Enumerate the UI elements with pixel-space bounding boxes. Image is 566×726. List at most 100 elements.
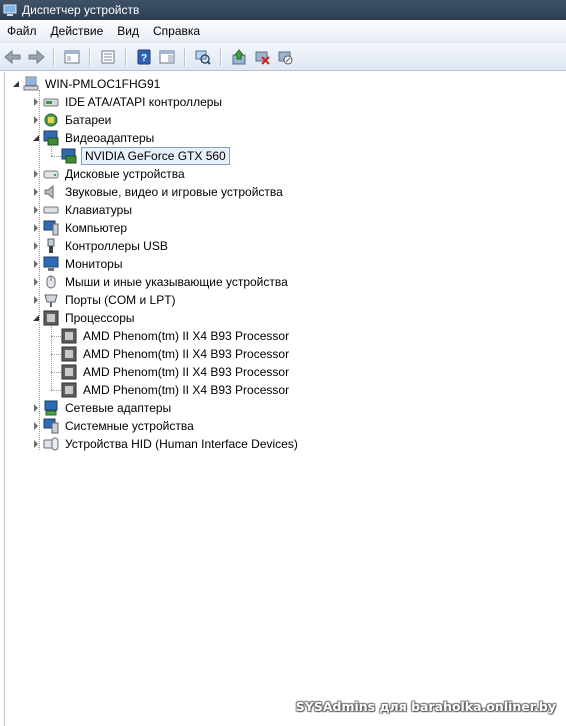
console-tree-icon[interactable] (62, 47, 82, 67)
category-label: Контроллеры USB (65, 239, 168, 253)
forward-arrow-icon[interactable] (26, 47, 46, 67)
category-label: Мыши и иные указывающие устройства (65, 275, 288, 289)
scan-hardware-icon[interactable] (193, 47, 213, 67)
menu-file[interactable]: Файл (0, 21, 44, 41)
uninstall-device-icon[interactable] (252, 47, 272, 67)
tree-item-cpu[interactable]: AMD Phenom(tm) II X4 B93 Processor (61, 345, 291, 363)
tree-connector-line (51, 324, 52, 390)
tree-item-cpu[interactable]: AMD Phenom(tm) II X4 B93 Processor (61, 327, 291, 345)
category-label: Мониторы (65, 257, 123, 271)
expand-icon[interactable] (31, 170, 40, 179)
menu-view[interactable]: Вид (110, 21, 146, 41)
port-icon (43, 292, 59, 308)
tree-item-hid[interactable]: Устройства HID (Human Interface Devices) (31, 435, 300, 453)
tree-item-nvidia-gpu[interactable]: NVIDIA GeForce GTX 560 (61, 147, 230, 165)
tree-item-monitors[interactable]: Мониторы (31, 255, 124, 273)
tree-item-ide[interactable]: IDE ATA/ATAPI контроллеры (31, 93, 224, 111)
expand-icon[interactable] (31, 278, 40, 287)
keyboard-icon (43, 202, 59, 218)
toolbar-separator (89, 47, 90, 66)
title-bar[interactable]: Диспетчер устройств (0, 0, 566, 20)
expand-icon[interactable] (31, 206, 40, 215)
category-label: Звуковые, видео и игровые устройства (65, 185, 283, 199)
display-adapter-icon (61, 148, 77, 164)
menu-help[interactable]: Справка (146, 21, 207, 41)
tree-item-video-adapters[interactable]: Видеоадаптеры (31, 129, 156, 147)
tree-item-usb[interactable]: Контроллеры USB (31, 237, 170, 255)
toolbar-separator (184, 47, 185, 66)
system-device-icon (43, 418, 59, 434)
expand-icon[interactable] (31, 440, 40, 449)
processor-icon (61, 328, 77, 344)
action-pane-icon[interactable] (157, 47, 177, 67)
device-label: AMD Phenom(tm) II X4 B93 Processor (83, 383, 290, 397)
disk-drive-icon (43, 166, 59, 182)
expand-icon[interactable] (31, 260, 40, 269)
disable-device-icon[interactable] (275, 47, 295, 67)
tree-connector-line (51, 390, 61, 391)
tree-item-network-adapters[interactable]: Сетевые адаптеры (31, 399, 173, 417)
collapse-icon[interactable] (11, 80, 20, 89)
toolbar-separator (53, 47, 54, 66)
back-arrow-icon[interactable] (3, 47, 23, 67)
help-icon[interactable]: ? (134, 47, 154, 67)
collapse-icon[interactable] (31, 134, 40, 143)
tree-connector-line (51, 354, 61, 355)
tree-item-disk-drives[interactable]: Дисковые устройства (31, 165, 187, 183)
expand-icon[interactable] (31, 188, 40, 197)
category-label: Дисковые устройства (65, 167, 185, 181)
category-label: Сетевые адаптеры (65, 401, 172, 415)
hid-device-icon (43, 436, 59, 452)
usb-icon (43, 238, 59, 254)
tree-item-system-devices[interactable]: Системные устройства (31, 417, 196, 435)
category-label: Компьютер (65, 221, 128, 235)
toolbar: ? (0, 43, 566, 71)
processor-icon (61, 364, 77, 380)
monitor-icon (43, 220, 59, 236)
speaker-icon (43, 184, 59, 200)
expand-icon[interactable] (31, 404, 40, 413)
window-title: Диспетчер устройств (22, 3, 140, 17)
category-label: Процессоры (65, 311, 135, 325)
monitor-icon (43, 256, 59, 272)
mouse-icon (43, 274, 59, 290)
ide-controller-icon (43, 94, 59, 110)
tree-item-batteries[interactable]: Батареи (31, 111, 113, 129)
tree-item-processors[interactable]: Процессоры (31, 309, 137, 327)
network-adapter-icon (43, 400, 59, 416)
category-label: Батареи (65, 113, 112, 127)
device-label: AMD Phenom(tm) II X4 B93 Processor (83, 329, 290, 343)
collapse-icon[interactable] (31, 314, 40, 323)
device-tree[interactable]: WIN-PMLOC1FHG91 IDE ATA/ATAPI контроллер… (4, 72, 566, 726)
device-manager-icon (3, 3, 17, 17)
update-driver-icon[interactable] (229, 47, 249, 67)
category-label: Системные устройства (65, 419, 194, 433)
processor-icon (61, 346, 77, 362)
tree-root[interactable]: WIN-PMLOC1FHG91 (11, 75, 162, 93)
expand-icon[interactable] (31, 296, 40, 305)
tree-connector-line (51, 372, 61, 373)
menu-action[interactable]: Действие (44, 21, 111, 41)
expand-icon[interactable] (31, 422, 40, 431)
device-label-selected: NVIDIA GeForce GTX 560 (81, 147, 230, 165)
battery-icon (43, 112, 59, 128)
expand-icon[interactable] (31, 224, 40, 233)
category-label: IDE ATA/ATAPI контроллеры (65, 95, 223, 109)
properties-panel-icon[interactable] (98, 47, 118, 67)
category-label: Клавиатуры (65, 203, 132, 217)
tree-item-mice[interactable]: Мыши и иные указывающие устройства (31, 273, 290, 291)
processor-icon (43, 310, 59, 326)
expand-icon[interactable] (31, 98, 40, 107)
tree-item-sound[interactable]: Звуковые, видео и игровые устройства (31, 183, 285, 201)
tree-connector-line (51, 336, 61, 337)
menu-bar: Файл Действие Вид Справка (0, 20, 566, 43)
tree-connector-line (51, 156, 61, 157)
svg-text:?: ? (141, 53, 147, 64)
tree-item-ports[interactable]: Порты (COM и LPT) (31, 291, 178, 309)
expand-icon[interactable] (31, 242, 40, 251)
tree-item-keyboards[interactable]: Клавиатуры (31, 201, 134, 219)
tree-item-cpu[interactable]: AMD Phenom(tm) II X4 B93 Processor (61, 381, 291, 399)
expand-icon[interactable] (31, 116, 40, 125)
tree-item-cpu[interactable]: AMD Phenom(tm) II X4 B93 Processor (61, 363, 291, 381)
tree-item-computer[interactable]: Компьютер (31, 219, 129, 237)
